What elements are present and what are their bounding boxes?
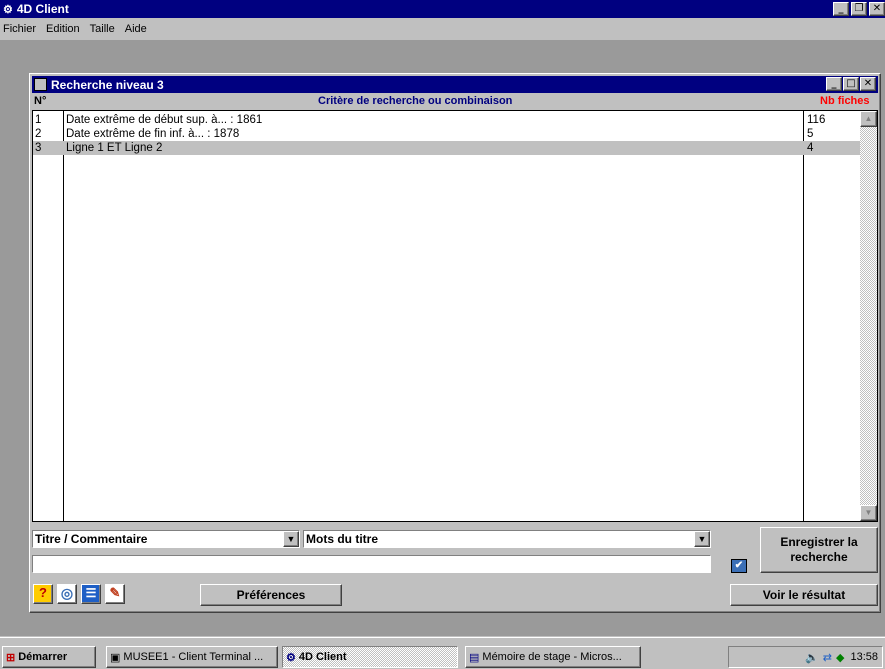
target-icon[interactable]: ◎ bbox=[57, 584, 77, 604]
search-window: Recherche niveau 3 _ □ ✕ N° Critère de r… bbox=[29, 73, 881, 613]
windows-logo-icon: ⊞ bbox=[6, 651, 16, 664]
preferences-button[interactable]: Préférences bbox=[200, 584, 342, 606]
search-value-input[interactable] bbox=[32, 555, 711, 573]
operator-select[interactable]: Mots du titre ▼ bbox=[303, 530, 711, 548]
row-number: 3 bbox=[35, 142, 42, 154]
column-divider-criteria bbox=[65, 111, 804, 521]
app-title: 4D Client bbox=[16, 2, 69, 16]
tray-app-icon[interactable]: ◆ bbox=[836, 651, 844, 664]
child-close-button[interactable]: ✕ bbox=[860, 77, 876, 91]
search-window-title-bar[interactable]: Recherche niveau 3 _ □ ✕ bbox=[32, 76, 878, 93]
taskbar-item-4d-client[interactable]: ⚙ 4D Client bbox=[282, 646, 458, 668]
chevron-down-icon[interactable]: ▼ bbox=[283, 531, 299, 547]
list-icon[interactable]: ☰ bbox=[81, 584, 101, 604]
row-criteria: Date extrême de fin inf. à... : 1878 bbox=[66, 128, 240, 140]
save-search-label-2: recherche bbox=[790, 550, 848, 564]
terminal-icon: ▣ bbox=[110, 651, 121, 664]
speaker-icon[interactable]: 🔈 bbox=[805, 651, 819, 664]
table-row[interactable]: 1 Date extrême de début sup. à... : 1861… bbox=[33, 113, 861, 127]
table-row-selected[interactable]: 3 Ligne 1 ET Ligne 2 4 bbox=[33, 141, 861, 155]
help-icon[interactable]: ? bbox=[33, 584, 53, 604]
scroll-down-arrow-icon[interactable]: ▼ bbox=[860, 505, 877, 521]
system-tray: 🔈 ⇄ ◆ 13:58 bbox=[728, 646, 883, 668]
taskbar-item-word[interactable]: ▤ Mémoire de stage - Micros... bbox=[465, 646, 641, 668]
table-header: N° Critère de recherche ou combinaison N… bbox=[32, 94, 880, 109]
taskbar-item-musee1[interactable]: ▣ MUSEE1 - Client Terminal ... bbox=[106, 646, 278, 668]
search-window-title: Recherche niveau 3 bbox=[51, 77, 164, 92]
row-number: 2 bbox=[35, 128, 42, 140]
clock: 13:58 bbox=[850, 651, 878, 663]
menu-fichier[interactable]: Fichier bbox=[3, 23, 36, 35]
menu-bar: Fichier Edition Taille Aide bbox=[0, 19, 885, 39]
row-criteria: Date extrême de début sup. à... : 1861 bbox=[66, 114, 263, 126]
taskbar-item-label: Mémoire de stage - Micros... bbox=[482, 651, 622, 663]
menu-taille[interactable]: Taille bbox=[90, 23, 115, 35]
column-header-number[interactable]: N° bbox=[34, 95, 46, 107]
window-icon bbox=[34, 78, 47, 91]
save-search-button[interactable]: Enregistrer la recherche bbox=[760, 527, 878, 573]
validate-checkbox[interactable]: ✔ bbox=[731, 559, 747, 573]
restore-button[interactable]: ❐ bbox=[851, 2, 867, 16]
menu-aide[interactable]: Aide bbox=[125, 23, 147, 35]
taskbar: ⊞ Démarrer ▣ MUSEE1 - Client Terminal ..… bbox=[0, 637, 885, 669]
child-maximize-button[interactable]: □ bbox=[843, 77, 859, 91]
save-search-label-1: Enregistrer la bbox=[780, 535, 858, 549]
taskbar-item-label: MUSEE1 - Client Terminal ... bbox=[123, 651, 264, 663]
4d-app-icon: ⚙ bbox=[286, 651, 296, 664]
row-criteria: Ligne 1 ET Ligne 2 bbox=[66, 142, 163, 154]
column-divider-number bbox=[33, 111, 64, 521]
edit-icon[interactable]: ✎ bbox=[105, 584, 125, 604]
scroll-up-arrow-icon[interactable]: ▲ bbox=[860, 111, 877, 127]
start-button[interactable]: ⊞ Démarrer bbox=[2, 646, 96, 668]
app-title-bar[interactable]: ⚙ 4D Client _ ❐ ✕ bbox=[0, 0, 885, 18]
child-minimize-button[interactable]: _ bbox=[826, 77, 842, 91]
field-select[interactable]: Titre / Commentaire ▼ bbox=[32, 530, 300, 548]
column-header-count[interactable]: Nb fiches bbox=[820, 95, 870, 107]
vertical-scrollbar[interactable]: ▲ ▼ bbox=[860, 111, 877, 521]
row-count: 4 bbox=[807, 142, 814, 154]
column-header-criteria[interactable]: Critère de recherche ou combinaison bbox=[318, 95, 512, 107]
network-icon[interactable]: ⇄ bbox=[823, 651, 832, 664]
field-select-value: Titre / Commentaire bbox=[35, 532, 148, 546]
taskbar-item-label: 4D Client bbox=[298, 651, 347, 663]
close-button[interactable]: ✕ bbox=[869, 2, 885, 16]
chevron-down-icon[interactable]: ▼ bbox=[694, 531, 710, 547]
operator-select-value: Mots du titre bbox=[306, 532, 378, 546]
criteria-list[interactable]: 1 Date extrême de début sup. à... : 1861… bbox=[32, 110, 878, 522]
start-label: Démarrer bbox=[18, 651, 68, 663]
app-icon: ⚙ bbox=[3, 3, 13, 16]
row-count: 5 bbox=[807, 128, 814, 140]
row-number: 1 bbox=[35, 114, 42, 126]
minimize-button[interactable]: _ bbox=[833, 2, 849, 16]
table-row[interactable]: 2 Date extrême de fin inf. à... : 1878 5 bbox=[33, 127, 861, 141]
view-result-button[interactable]: Voir le résultat bbox=[730, 584, 878, 606]
menu-edition[interactable]: Edition bbox=[46, 23, 80, 35]
row-count: 116 bbox=[807, 114, 826, 126]
word-icon: ▤ bbox=[469, 651, 480, 664]
